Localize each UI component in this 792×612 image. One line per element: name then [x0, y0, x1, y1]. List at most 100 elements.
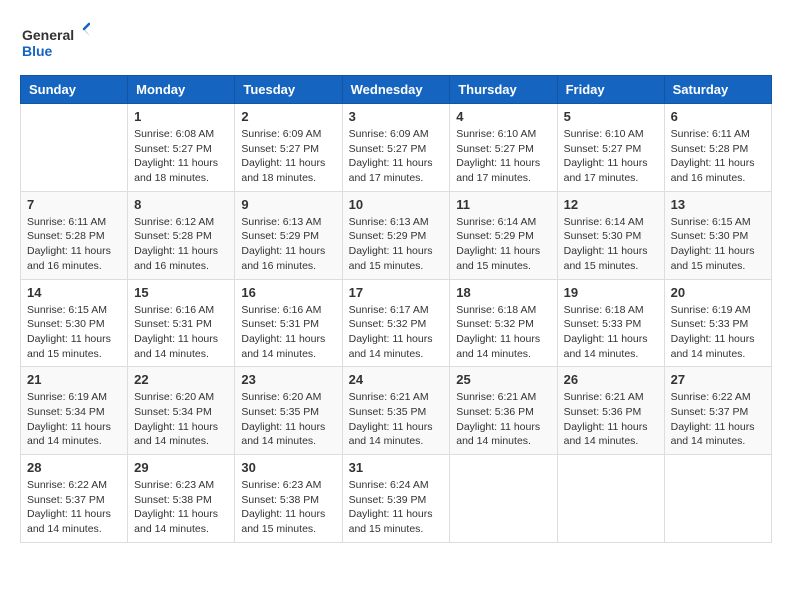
- calendar-cell: 27 Sunrise: 6:22 AM Sunset: 5:37 PM Dayli…: [664, 367, 771, 455]
- day-info: Sunrise: 6:22 AM Sunset: 5:37 PM Dayligh…: [27, 478, 121, 537]
- svg-text:Blue: Blue: [22, 43, 53, 59]
- day-number: 26: [564, 372, 658, 387]
- calendar-cell: 3 Sunrise: 6:09 AM Sunset: 5:27 PM Daylig…: [342, 104, 450, 192]
- day-info: Sunrise: 6:13 AM Sunset: 5:29 PM Dayligh…: [241, 215, 335, 274]
- day-number: 3: [349, 109, 444, 124]
- calendar-cell: 9 Sunrise: 6:13 AM Sunset: 5:29 PM Daylig…: [235, 191, 342, 279]
- day-info: Sunrise: 6:23 AM Sunset: 5:38 PM Dayligh…: [134, 478, 228, 537]
- day-number: 4: [456, 109, 550, 124]
- day-info: Sunrise: 6:23 AM Sunset: 5:38 PM Dayligh…: [241, 478, 335, 537]
- day-info: Sunrise: 6:19 AM Sunset: 5:33 PM Dayligh…: [671, 303, 765, 362]
- day-number: 27: [671, 372, 765, 387]
- day-info: Sunrise: 6:22 AM Sunset: 5:37 PM Dayligh…: [671, 390, 765, 449]
- day-number: 25: [456, 372, 550, 387]
- col-header-thursday: Thursday: [450, 76, 557, 104]
- day-info: Sunrise: 6:20 AM Sunset: 5:34 PM Dayligh…: [134, 390, 228, 449]
- logo: General Blue: [20, 20, 90, 65]
- col-header-tuesday: Tuesday: [235, 76, 342, 104]
- day-number: 13: [671, 197, 765, 212]
- col-header-wednesday: Wednesday: [342, 76, 450, 104]
- day-number: 9: [241, 197, 335, 212]
- calendar-cell: 28 Sunrise: 6:22 AM Sunset: 5:37 PM Dayli…: [21, 455, 128, 543]
- day-number: 22: [134, 372, 228, 387]
- col-header-sunday: Sunday: [21, 76, 128, 104]
- day-info: Sunrise: 6:12 AM Sunset: 5:28 PM Dayligh…: [134, 215, 228, 274]
- logo-svg: General Blue: [20, 20, 90, 65]
- calendar-cell: 19Sunrise: 6:18 AM Sunset: 5:33 PM Dayli…: [557, 279, 664, 367]
- day-number: 12: [564, 197, 658, 212]
- day-number: 23: [241, 372, 335, 387]
- calendar-cell: 18 Sunrise: 6:18 AM Sunset: 5:32 PM Dayli…: [450, 279, 557, 367]
- day-info: Sunrise: 6:18 AM Sunset: 5:33 PM Dayligh…: [564, 303, 658, 362]
- day-info: Sunrise: 6:24 AM Sunset: 5:39 PM Dayligh…: [349, 478, 444, 537]
- day-info: Sunrise: 6:11 AM Sunset: 5:28 PM Dayligh…: [671, 127, 765, 186]
- day-number: 7: [27, 197, 121, 212]
- calendar-cell: 14Sunrise: 6:15 AM Sunset: 5:30 PM Dayli…: [21, 279, 128, 367]
- day-number: 2: [241, 109, 335, 124]
- calendar-cell: 4 Sunrise: 6:10 AM Sunset: 5:27 PM Daylig…: [450, 104, 557, 192]
- day-info: Sunrise: 6:19 AM Sunset: 5:34 PM Dayligh…: [27, 390, 121, 449]
- day-number: 24: [349, 372, 444, 387]
- page-header: General Blue: [20, 20, 772, 65]
- calendar-cell: [21, 104, 128, 192]
- day-info: Sunrise: 6:09 AM Sunset: 5:27 PM Dayligh…: [241, 127, 335, 186]
- day-number: 14: [27, 285, 121, 300]
- calendar-cell: 31 Sunrise: 6:24 AM Sunset: 5:39 PM Dayli…: [342, 455, 450, 543]
- day-number: 30: [241, 460, 335, 475]
- day-number: 15: [134, 285, 228, 300]
- calendar-cell: 13Sunrise: 6:15 AM Sunset: 5:30 PM Dayli…: [664, 191, 771, 279]
- calendar-cell: [664, 455, 771, 543]
- calendar-cell: 16Sunrise: 6:16 AM Sunset: 5:31 PM Dayli…: [235, 279, 342, 367]
- calendar-cell: 6 Sunrise: 6:11 AM Sunset: 5:28 PM Daylig…: [664, 104, 771, 192]
- calendar-cell: 25 Sunrise: 6:21 AM Sunset: 5:36 PM Dayli…: [450, 367, 557, 455]
- calendar-cell: 29 Sunrise: 6:23 AM Sunset: 5:38 PM Dayli…: [128, 455, 235, 543]
- day-info: Sunrise: 6:17 AM Sunset: 5:32 PM Dayligh…: [349, 303, 444, 362]
- day-number: 17: [349, 285, 444, 300]
- col-header-monday: Monday: [128, 76, 235, 104]
- day-info: Sunrise: 6:21 AM Sunset: 5:36 PM Dayligh…: [564, 390, 658, 449]
- day-info: Sunrise: 6:21 AM Sunset: 5:36 PM Dayligh…: [456, 390, 550, 449]
- day-number: 11: [456, 197, 550, 212]
- calendar-cell: 30 Sunrise: 6:23 AM Sunset: 5:38 PM Dayli…: [235, 455, 342, 543]
- day-info: Sunrise: 6:18 AM Sunset: 5:32 PM Dayligh…: [456, 303, 550, 362]
- calendar-cell: 2 Sunrise: 6:09 AM Sunset: 5:27 PM Daylig…: [235, 104, 342, 192]
- calendar-cell: 11 Sunrise: 6:14 AM Sunset: 5:29 PM Dayli…: [450, 191, 557, 279]
- calendar-cell: 15Sunrise: 6:16 AM Sunset: 5:31 PM Dayli…: [128, 279, 235, 367]
- calendar-cell: 12 Sunrise: 6:14 AM Sunset: 5:30 PM Dayli…: [557, 191, 664, 279]
- day-info: Sunrise: 6:16 AM Sunset: 5:31 PM Dayligh…: [241, 303, 335, 362]
- day-number: 29: [134, 460, 228, 475]
- day-info: Sunrise: 6:10 AM Sunset: 5:27 PM Dayligh…: [456, 127, 550, 186]
- day-number: 1: [134, 109, 228, 124]
- day-info: Sunrise: 6:14 AM Sunset: 5:29 PM Dayligh…: [456, 215, 550, 274]
- day-number: 18: [456, 285, 550, 300]
- day-info: Sunrise: 6:11 AM Sunset: 5:28 PM Dayligh…: [27, 215, 121, 274]
- calendar-cell: 8 Sunrise: 6:12 AM Sunset: 5:28 PM Daylig…: [128, 191, 235, 279]
- day-info: Sunrise: 6:13 AM Sunset: 5:29 PM Dayligh…: [349, 215, 444, 274]
- day-number: 6: [671, 109, 765, 124]
- calendar-cell: 7 Sunrise: 6:11 AM Sunset: 5:28 PM Daylig…: [21, 191, 128, 279]
- calendar-cell: 10Sunrise: 6:13 AM Sunset: 5:29 PM Dayli…: [342, 191, 450, 279]
- col-header-friday: Friday: [557, 76, 664, 104]
- calendar-cell: 21 Sunrise: 6:19 AM Sunset: 5:34 PM Dayli…: [21, 367, 128, 455]
- calendar-cell: 24Sunrise: 6:21 AM Sunset: 5:35 PM Dayli…: [342, 367, 450, 455]
- calendar-cell: 22 Sunrise: 6:20 AM Sunset: 5:34 PM Dayli…: [128, 367, 235, 455]
- day-number: 5: [564, 109, 658, 124]
- calendar-cell: 1 Sunrise: 6:08 AM Sunset: 5:27 PM Daylig…: [128, 104, 235, 192]
- day-number: 28: [27, 460, 121, 475]
- calendar-cell: [450, 455, 557, 543]
- day-info: Sunrise: 6:09 AM Sunset: 5:27 PM Dayligh…: [349, 127, 444, 186]
- day-info: Sunrise: 6:14 AM Sunset: 5:30 PM Dayligh…: [564, 215, 658, 274]
- day-info: Sunrise: 6:08 AM Sunset: 5:27 PM Dayligh…: [134, 127, 228, 186]
- day-info: Sunrise: 6:20 AM Sunset: 5:35 PM Dayligh…: [241, 390, 335, 449]
- day-info: Sunrise: 6:10 AM Sunset: 5:27 PM Dayligh…: [564, 127, 658, 186]
- calendar-cell: 26 Sunrise: 6:21 AM Sunset: 5:36 PM Dayli…: [557, 367, 664, 455]
- day-number: 31: [349, 460, 444, 475]
- calendar-cell: 17 Sunrise: 6:17 AM Sunset: 5:32 PM Dayli…: [342, 279, 450, 367]
- calendar-cell: 5 Sunrise: 6:10 AM Sunset: 5:27 PM Daylig…: [557, 104, 664, 192]
- day-number: 8: [134, 197, 228, 212]
- calendar-cell: 20 Sunrise: 6:19 AM Sunset: 5:33 PM Dayli…: [664, 279, 771, 367]
- col-header-saturday: Saturday: [664, 76, 771, 104]
- day-number: 20: [671, 285, 765, 300]
- day-number: 21: [27, 372, 121, 387]
- calendar-table: SundayMondayTuesdayWednesdayThursdayFrid…: [20, 75, 772, 543]
